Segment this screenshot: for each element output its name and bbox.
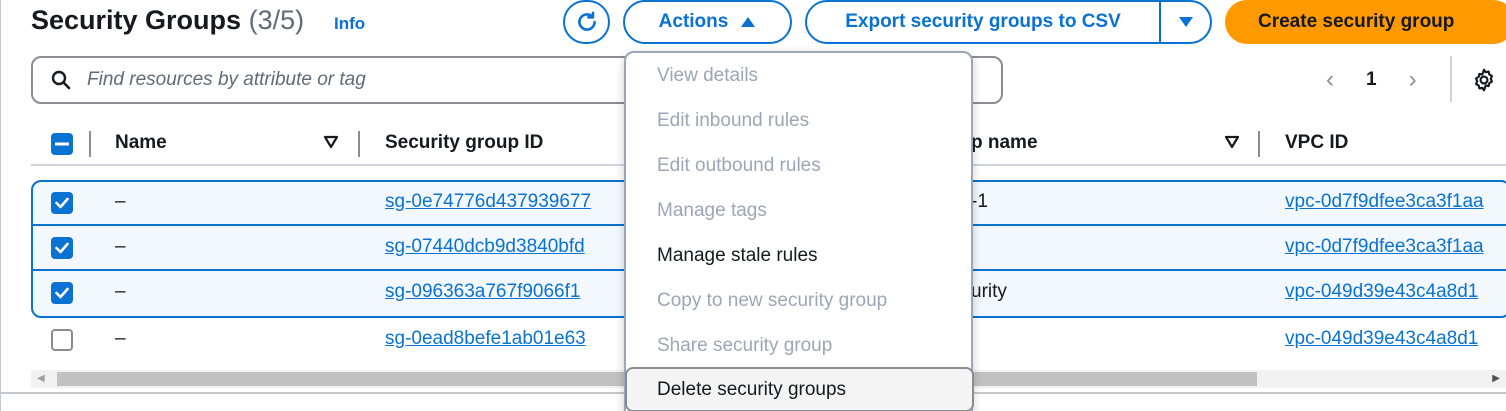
- row-checkbox[interactable]: [51, 192, 73, 214]
- page-title-text: Security Groups: [31, 5, 242, 35]
- export-dropdown-button[interactable]: [1161, 2, 1210, 42]
- export-csv-button[interactable]: Export security groups to CSV: [807, 2, 1161, 42]
- security-group-id-link[interactable]: sg-07440dcb9d3840bfd: [385, 236, 585, 258]
- menu-item-edit-outbound-rules: Edit outbound rules: [657, 154, 821, 176]
- menu-item-edit-inbound-rules: Edit inbound rules: [657, 109, 810, 131]
- row-name: –: [115, 281, 126, 302]
- sort-icon[interactable]: [1224, 135, 1240, 149]
- selection-count: (3/5): [248, 5, 305, 35]
- security-group-id-link[interactable]: sg-096363a767f9066f1: [385, 281, 580, 303]
- info-link[interactable]: Info: [334, 14, 365, 34]
- column-separator: [358, 131, 360, 157]
- indeterminate-icon: [55, 142, 69, 146]
- actions-button-label: Actions: [658, 11, 729, 32]
- row-checkbox[interactable]: [51, 237, 73, 259]
- select-all-checkbox[interactable]: [51, 133, 73, 155]
- search-icon: [51, 70, 71, 90]
- caret-up-icon: [741, 17, 756, 27]
- gear-icon: [1475, 68, 1493, 92]
- sort-icon[interactable]: [323, 135, 339, 149]
- create-security-group-button[interactable]: Create security group: [1225, 0, 1506, 44]
- pager-divider: [1450, 56, 1452, 102]
- column-separator: [89, 131, 91, 157]
- actions-menu: View details Edit inbound rules Edit out…: [624, 51, 974, 411]
- next-page-icon[interactable]: ›: [1409, 66, 1417, 94]
- checkmark-icon: [55, 287, 69, 299]
- security-group-id-link[interactable]: sg-0e74776d437939677: [385, 191, 591, 213]
- previous-page-icon[interactable]: ‹: [1326, 66, 1334, 94]
- vpc-id-link[interactable]: vpc-0d7f9dfee3ca3f1aa: [1285, 191, 1484, 213]
- menu-item-view-details: View details: [657, 64, 759, 86]
- refresh-button[interactable]: [563, 0, 610, 44]
- security-group-id-link[interactable]: sg-0ead8befe1ab01e63: [385, 328, 586, 350]
- scroll-right-icon[interactable]: ▶: [1492, 373, 1500, 384]
- row-group-name: -1: [971, 191, 988, 212]
- menu-item-share-security-group: Share security group: [657, 334, 833, 356]
- export-button-group: Export security groups to CSV: [805, 0, 1212, 44]
- row-name: –: [115, 191, 126, 212]
- row-group-name: urity: [971, 281, 1007, 302]
- column-header-name[interactable]: Name: [115, 132, 167, 154]
- column-header-group-name[interactable]: p name: [971, 132, 1038, 154]
- row-checkbox[interactable]: [51, 329, 73, 351]
- menu-item-manage-tags: Manage tags: [657, 199, 767, 221]
- row-name: –: [115, 328, 126, 349]
- checkmark-icon: [55, 242, 69, 254]
- vpc-id-link[interactable]: vpc-0d7f9dfee3ca3f1aa: [1285, 236, 1484, 258]
- scroll-left-icon[interactable]: ◀: [37, 373, 45, 384]
- menu-item-copy-security-group: Copy to new security group: [657, 289, 888, 311]
- page-title: Security Groups (3/5): [31, 5, 304, 36]
- caret-down-icon: [1178, 17, 1193, 27]
- pagination: ‹ 1 ›: [1326, 62, 1417, 98]
- actions-button[interactable]: Actions: [623, 0, 792, 44]
- checkmark-icon: [55, 197, 69, 209]
- current-page[interactable]: 1: [1366, 69, 1377, 91]
- vpc-id-link[interactable]: vpc-049d39e43c4a8d1: [1285, 281, 1478, 303]
- refresh-icon: [577, 11, 596, 31]
- row-name: –: [115, 236, 126, 257]
- menu-item-delete-security-groups[interactable]: Delete security groups: [625, 367, 974, 411]
- column-header-group-id[interactable]: Security group ID: [385, 132, 543, 154]
- settings-button[interactable]: [1471, 67, 1497, 98]
- menu-item-manage-stale-rules[interactable]: Manage stale rules: [626, 233, 971, 278]
- row-checkbox[interactable]: [51, 282, 73, 304]
- column-separator: [1258, 131, 1260, 157]
- vpc-id-link[interactable]: vpc-049d39e43c4a8d1: [1285, 328, 1478, 350]
- column-header-vpc-id[interactable]: VPC ID: [1285, 132, 1348, 154]
